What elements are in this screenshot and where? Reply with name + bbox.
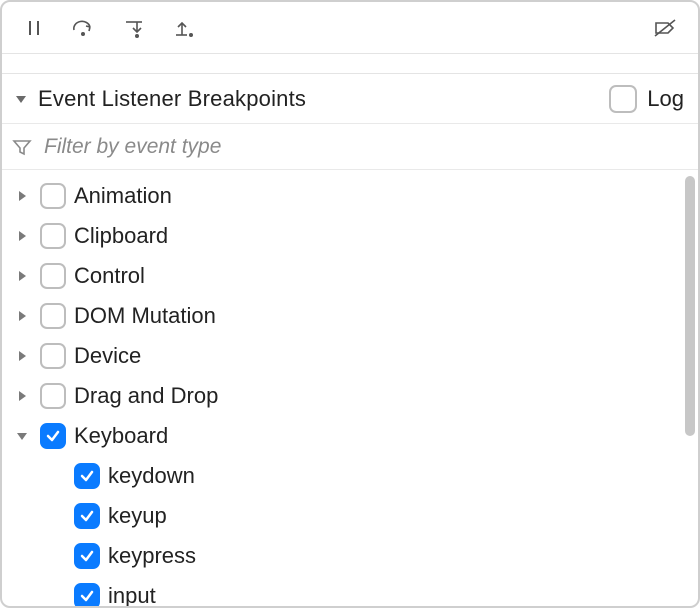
event-keypress[interactable]: keypress: [2, 536, 698, 576]
log-checkbox[interactable]: [609, 85, 637, 113]
category-label: Control: [74, 263, 145, 289]
log-label: Log: [647, 86, 684, 112]
event-checkbox[interactable]: [74, 503, 100, 529]
step-into-button[interactable]: [112, 8, 156, 48]
category-label: Device: [74, 343, 141, 369]
event-checkbox[interactable]: [74, 583, 100, 606]
chevron-right-icon[interactable]: [12, 266, 32, 286]
event-categories-tree: Animation Clipboard Control: [2, 170, 698, 606]
category-clipboard[interactable]: Clipboard: [2, 216, 698, 256]
category-keyboard[interactable]: Keyboard: [2, 416, 698, 456]
chevron-right-icon[interactable]: [12, 186, 32, 206]
log-toggle[interactable]: Log: [609, 85, 684, 113]
event-checkbox[interactable]: [74, 543, 100, 569]
category-checkbox[interactable]: [40, 303, 66, 329]
chevron-right-icon[interactable]: [12, 386, 32, 406]
category-label: Clipboard: [74, 223, 168, 249]
scrollbar-thumb[interactable]: [685, 176, 695, 436]
section-title: Event Listener Breakpoints: [38, 86, 601, 112]
event-label: keypress: [108, 543, 196, 569]
event-listener-breakpoints-header[interactable]: Event Listener Breakpoints Log: [2, 74, 698, 124]
category-animation[interactable]: Animation: [2, 176, 698, 216]
category-checkbox[interactable]: [40, 223, 66, 249]
event-input[interactable]: input: [2, 576, 698, 606]
category-dom-mutation[interactable]: DOM Mutation: [2, 296, 698, 336]
event-checkbox[interactable]: [74, 463, 100, 489]
category-checkbox[interactable]: [40, 343, 66, 369]
event-categories-body: Animation Clipboard Control: [2, 170, 698, 606]
category-label: Animation: [74, 183, 172, 209]
debugger-toolbar: [2, 2, 698, 54]
devtools-panel: Event Listener Breakpoints Log: [0, 0, 700, 608]
chevron-right-icon[interactable]: [12, 346, 32, 366]
category-control[interactable]: Control: [2, 256, 698, 296]
clipped-previous-section: [2, 54, 698, 74]
event-label: input: [108, 583, 156, 606]
deactivate-breakpoints-button[interactable]: [644, 8, 688, 48]
category-label: DOM Mutation: [74, 303, 216, 329]
category-checkbox[interactable]: [40, 383, 66, 409]
category-checkbox[interactable]: [40, 263, 66, 289]
category-label: Drag and Drop: [74, 383, 218, 409]
event-label: keyup: [108, 503, 167, 529]
chevron-down-icon[interactable]: [12, 426, 32, 446]
event-keyup[interactable]: keyup: [2, 496, 698, 536]
category-drag-and-drop[interactable]: Drag and Drop: [2, 376, 698, 416]
category-label: Keyboard: [74, 423, 168, 449]
event-keydown[interactable]: keydown: [2, 456, 698, 496]
category-checkbox[interactable]: [40, 183, 66, 209]
step-out-button[interactable]: [162, 8, 206, 48]
scrollbar-track[interactable]: [685, 176, 695, 600]
disclosure-triangle-down-icon[interactable]: [12, 90, 30, 108]
category-device[interactable]: Device: [2, 336, 698, 376]
chevron-right-icon[interactable]: [12, 306, 32, 326]
filter-input[interactable]: [42, 134, 688, 160]
chevron-right-icon[interactable]: [12, 226, 32, 246]
step-over-button[interactable]: [62, 8, 106, 48]
category-checkbox[interactable]: [40, 423, 66, 449]
event-label: keydown: [108, 463, 195, 489]
pause-resume-button[interactable]: [12, 8, 56, 48]
filter-icon: [12, 137, 32, 157]
filter-row: [2, 124, 698, 170]
